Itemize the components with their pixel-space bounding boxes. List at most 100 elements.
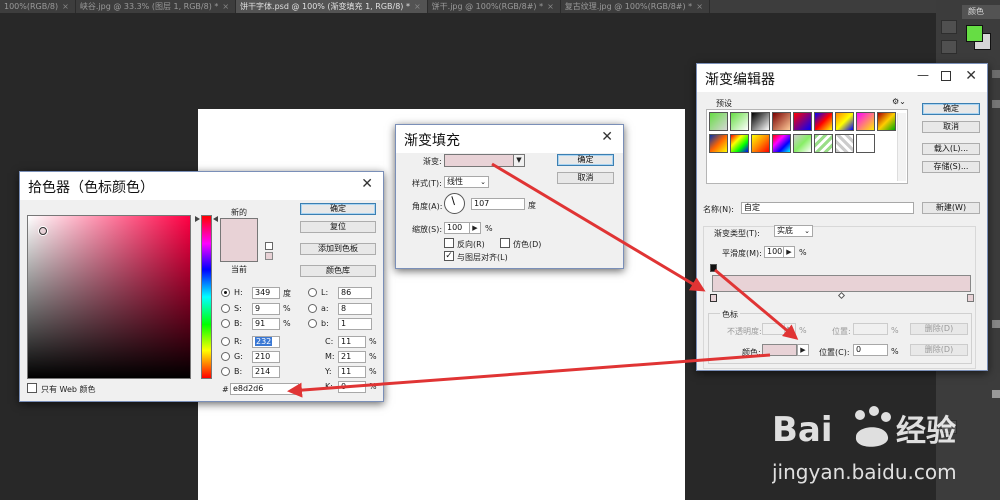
stop-color-swatch[interactable] [762,344,797,356]
preset-violet-orange[interactable] [856,112,875,131]
preset-transparent-stripes[interactable] [793,134,812,153]
gradient-picker-swatch[interactable]: ▼ [444,154,525,167]
current-color-swatch[interactable] [220,240,258,262]
reset-button[interactable]: 复位 [300,221,376,233]
brightness-input[interactable]: 91 [252,318,280,330]
foreground-color-swatch[interactable] [966,25,983,42]
save-button[interactable]: 存储(S)... [922,161,980,173]
close-icon[interactable]: × [62,2,69,11]
green-radio[interactable] [221,352,230,361]
gradient-preview-bar[interactable] [712,275,971,292]
web-safe-icon[interactable] [265,252,273,260]
b-channel-radio[interactable] [308,319,317,328]
preset-fg-bg[interactable] [709,112,728,131]
blue-radio[interactable] [221,367,230,376]
ok-button[interactable]: 确定 [557,154,614,166]
color-field-cursor[interactable] [39,227,47,235]
presets-scrollbar[interactable] [897,113,906,181]
maximize-icon[interactable] [941,71,951,81]
close-icon[interactable]: ✕ [361,176,373,192]
angle-dial[interactable] [444,193,465,214]
close-icon[interactable]: ✕ [601,129,613,145]
opacity-stop-left[interactable] [710,264,717,272]
smoothness-slider-arrow-icon[interactable]: ▶ [783,246,795,258]
tab-doc-5[interactable]: 复古纹理.jpg @ 100%(RGB/8#) * × [561,0,710,13]
color-stop-right[interactable] [967,294,974,302]
color-picker-titlebar[interactable]: 拾色器（色标颜色） ✕ [20,172,383,200]
gradient-fill-titlebar[interactable]: 渐变填充 ✕ [396,125,623,153]
add-to-swatches-button[interactable]: 添加到色板 [300,243,376,255]
preset-spectrum-2[interactable] [772,134,791,153]
preset-transparent-checker[interactable] [835,134,854,153]
name-input[interactable]: 自定 [741,202,914,214]
gradient-type-select[interactable]: 实底 ⌄ [774,225,813,237]
close-icon[interactable]: × [696,2,703,11]
blue-input[interactable]: 214 [252,366,280,378]
hue-slider[interactable] [201,215,212,379]
tab-doc-3[interactable]: 饼干字体.psd @ 100% (渐变填充 1, RGB/8) * × [236,0,428,13]
tab-doc-1[interactable]: 100%(RGB/8) × [0,0,76,13]
color-location-input[interactable]: 0 [853,344,888,356]
preset-copper[interactable] [772,112,791,131]
panel-swatch[interactable] [992,320,1000,328]
panel-swatch[interactable] [992,100,1000,108]
web-only-checkbox[interactable] [27,383,37,393]
hue-slider-handle-right[interactable] [213,216,218,222]
panel-tool-icon[interactable] [941,20,957,34]
ok-button[interactable]: 确定 [922,103,980,115]
preset-blue-red-yellow[interactable] [814,112,833,131]
smoothness-input[interactable]: 100 [764,246,784,258]
preset-black-white[interactable] [751,112,770,131]
scale-input[interactable]: 100 [444,222,470,234]
preset-stripes[interactable] [814,134,833,153]
preset-fg-transparent[interactable] [730,112,749,131]
tab-doc-4[interactable]: 饼干.jpg @ 100%(RGB/8#) * × [428,0,561,13]
reverse-checkbox[interactable] [444,238,454,248]
brightness-radio[interactable] [221,319,230,328]
preset-spectrum[interactable] [877,112,896,131]
minimize-icon[interactable]: — [917,68,929,82]
close-icon[interactable]: × [547,2,554,11]
b-channel-input[interactable]: 1 [338,318,372,330]
preset-orange-yellow[interactable] [835,112,854,131]
load-button[interactable]: 载入(L)... [922,143,980,155]
hue-slider-handle-left[interactable] [195,216,200,222]
saturation-brightness-field[interactable] [27,215,191,379]
gear-icon[interactable]: ⚙⌄ [892,97,906,106]
red-radio[interactable] [221,337,230,346]
stop-color-menu-arrow-icon[interactable]: ▶ [797,344,809,356]
color-stop-left[interactable] [710,294,717,302]
gradient-editor-titlebar[interactable]: 渐变编辑器 — ✕ [697,64,987,92]
cancel-button[interactable]: 取消 [557,172,614,184]
close-icon[interactable]: × [222,2,229,11]
saturation-radio[interactable] [221,304,230,313]
lightness-radio[interactable] [308,288,317,297]
preset-yellow-red[interactable] [751,134,770,153]
style-select[interactable]: 线性 ⌄ [444,176,489,188]
preset-red-blue[interactable] [793,112,812,131]
cyan-input[interactable]: 11 [338,336,366,348]
align-with-layer-checkbox[interactable]: ✓ [444,251,454,261]
panel-swatch[interactable] [992,390,1000,398]
hex-input[interactable]: e8d2d6 [230,383,299,395]
hue-input[interactable]: 349 [252,287,280,299]
yellow-input[interactable]: 11 [338,366,366,378]
dither-checkbox[interactable] [500,238,510,248]
panel-tool-icon[interactable] [941,40,957,54]
lightness-input[interactable]: 86 [338,287,372,299]
a-channel-input[interactable]: 8 [338,303,372,315]
red-input[interactable]: 232 [252,336,280,348]
magenta-input[interactable]: 21 [338,351,366,363]
color-panel-tab[interactable]: 颜色 [962,5,1000,19]
close-icon[interactable]: ✕ [965,68,977,84]
close-icon[interactable]: × [414,2,421,11]
chevron-down-icon[interactable]: ▼ [513,155,524,166]
preset-sunset[interactable] [709,134,728,153]
hue-radio[interactable] [221,288,230,297]
cancel-button[interactable]: 取消 [922,121,980,133]
saturation-input[interactable]: 9 [252,303,280,315]
green-input[interactable]: 210 [252,351,280,363]
a-channel-radio[interactable] [308,304,317,313]
angle-input[interactable]: 107 [471,198,525,210]
preset-empty[interactable] [856,134,875,153]
